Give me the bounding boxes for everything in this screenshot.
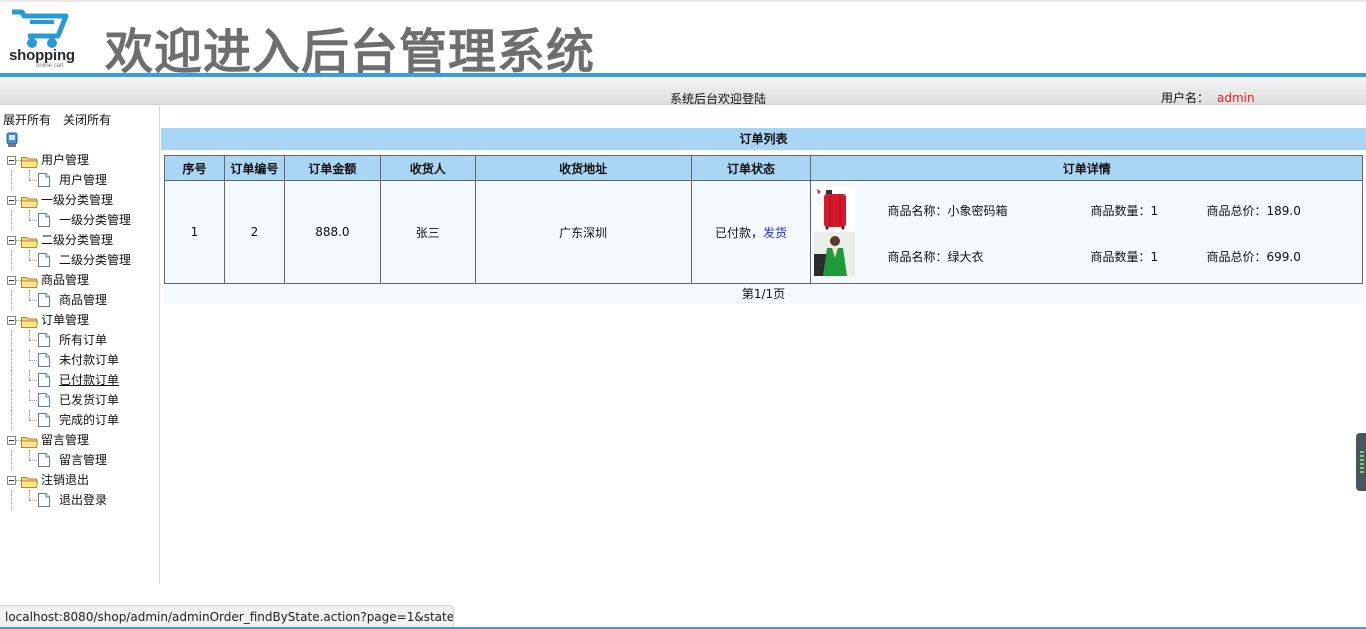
logo-subtext: online cart	[36, 63, 64, 69]
sidebar-item-label[interactable]: 留言管理	[59, 450, 107, 470]
product-quantity: 商品数量：1	[1090, 250, 1159, 264]
logo-text: shopping	[9, 47, 75, 64]
document-icon	[38, 493, 50, 513]
sidebar-item[interactable]: 未付款订单	[0, 350, 160, 370]
order-detail-item: 商品名称：绿大衣 商品数量：1 商品总价：699.0	[811, 232, 1362, 280]
sidebar-group[interactable]: 留言管理	[0, 430, 160, 450]
order-details: 商品名称：小象密码箱 商品数量：1 商品总价：189.0 商品名称：绿大衣 商品…	[810, 180, 1363, 284]
collapse-toggle-icon[interactable]	[7, 436, 16, 445]
sidebar-group-label[interactable]: 用户管理	[41, 150, 89, 170]
order-amount: 888.0	[283, 180, 381, 284]
order-status-text: 已付款，	[715, 225, 764, 240]
nav-tree: 用户管理 用户管理 一级分类管理 一级分类管理 二级分类管理 二级分类管理 商品管理 商品管理…	[0, 150, 160, 510]
order-status: 已付款，发货	[690, 180, 812, 284]
order-address: 广东深圳	[474, 180, 692, 284]
sidebar-group-label[interactable]: 订单管理	[41, 310, 89, 330]
sidebar-group-label[interactable]: 一级分类管理	[41, 190, 113, 210]
sidebar-item-label[interactable]: 用户管理	[59, 170, 107, 190]
column-header: 收货地址	[474, 155, 692, 181]
sidebar-item[interactable]: 用户管理	[0, 170, 160, 190]
sidebar-item[interactable]: 二级分类管理	[0, 250, 160, 270]
order-index: 1	[164, 180, 225, 284]
order-detail-item: 商品名称：小象密码箱 商品数量：1 商品总价：189.0	[811, 184, 1362, 232]
sidebar-item-label[interactable]: 退出登录	[59, 490, 107, 510]
sidebar-item-label[interactable]: 二级分类管理	[59, 250, 131, 270]
collapse-all-link[interactable]: 关闭所有	[63, 113, 111, 127]
orders-table: 序号 订单编号 订单金额 收货人 收货地址 订单状态 订单详情 1 2 888.…	[164, 155, 1363, 284]
expand-all-link[interactable]: 展开所有	[3, 113, 51, 127]
product-total: 商品总价：189.0	[1206, 204, 1301, 218]
sidebar-item-label[interactable]: 商品管理	[59, 290, 107, 310]
column-header: 订单状态	[690, 155, 812, 181]
table-row: 1 2 888.0 张三 广东深圳 已付款，发货 商品名称：小象密码箱 商品数量…	[164, 180, 1363, 284]
product-quantity: 商品数量：1	[1090, 204, 1159, 218]
sidebar-item[interactable]: 一级分类管理	[0, 210, 160, 230]
sidebar-item[interactable]: 已付款订单	[0, 370, 160, 390]
red-suitcase-image	[814, 187, 856, 231]
header: shopping online cart 欢迎进入后台管理系统	[0, 0, 1366, 80]
user-info: 用户名： admin	[1161, 89, 1255, 106]
sidebar-item[interactable]: 商品管理	[0, 290, 160, 310]
sidebar-group[interactable]: 注销退出	[0, 470, 160, 490]
collapse-toggle-icon[interactable]	[7, 236, 16, 245]
ship-link[interactable]: 发货	[763, 226, 787, 240]
sidebar-group[interactable]: 订单管理	[0, 310, 160, 330]
sidebar-group[interactable]: 一级分类管理	[0, 190, 160, 210]
sidebar-group-label[interactable]: 留言管理	[41, 430, 89, 450]
sidebar-item[interactable]: 退出登录	[0, 490, 160, 510]
user-label: 用户名：	[1161, 91, 1210, 105]
collapse-toggle-icon[interactable]	[7, 476, 16, 485]
product-name: 商品名称：绿大衣	[887, 250, 984, 264]
column-header: 序号	[164, 155, 225, 181]
sidebar-group-label[interactable]: 二级分类管理	[41, 230, 113, 250]
sidebar-group-label[interactable]: 注销退出	[41, 470, 89, 490]
tree-root-icon	[6, 132, 18, 147]
user-name: admin	[1217, 91, 1255, 105]
sidebar-item-label[interactable]: 已发货订单	[59, 390, 119, 410]
sidebar-item[interactable]: 已发货订单	[0, 390, 160, 410]
welcome-text: 系统后台欢迎登陆	[670, 92, 767, 106]
order-number: 2	[223, 180, 285, 284]
collapse-toggle-icon[interactable]	[7, 196, 16, 205]
product-total: 商品总价：699.0	[1206, 250, 1301, 264]
column-header: 订单详情	[810, 155, 1363, 181]
welcome-bar: 系统后台欢迎登陆 用户名： admin	[0, 77, 1366, 106]
order-list-title: 订单列表	[161, 128, 1366, 150]
shopping-cart-logo: shopping online cart	[6, 6, 80, 72]
green-coat-image	[814, 232, 856, 276]
sidebar-item-label[interactable]: 所有订单	[59, 330, 107, 350]
collapse-toggle-icon[interactable]	[7, 316, 16, 325]
sidebar-group-label[interactable]: 商品管理	[41, 270, 89, 290]
sidebar-item-label[interactable]: 一级分类管理	[59, 210, 131, 230]
column-header: 订单编号	[223, 155, 285, 181]
sidebar-item[interactable]: 留言管理	[0, 450, 160, 470]
order-receiver: 张三	[379, 180, 476, 284]
table-header-row: 序号 订单编号 订单金额 收货人 收货地址 订单状态 订单详情	[164, 155, 1363, 181]
sidebar-item-label[interactable]: 完成的订单	[59, 410, 119, 430]
column-header: 收货人	[379, 155, 476, 181]
collapse-toggle-icon[interactable]	[7, 156, 16, 165]
sidebar-item-label[interactable]: 已付款订单	[59, 370, 119, 390]
collapse-toggle-icon[interactable]	[7, 276, 16, 285]
sidebar-item[interactable]: 完成的订单	[0, 410, 160, 430]
sidebar: 展开所有 关闭所有 用户管理 用户管理 一级分类管理 一级分类管理 二级分类管理 二级分类管…	[0, 106, 160, 584]
side-scroll-widget[interactable]	[1356, 433, 1366, 491]
pagination: 第1/1页	[164, 284, 1363, 304]
sidebar-item-label[interactable]: 未付款订单	[59, 350, 119, 370]
sidebar-group[interactable]: 用户管理	[0, 150, 160, 170]
sidebar-item[interactable]: 所有订单	[0, 330, 160, 350]
site-title: 欢迎进入后台管理系统	[105, 24, 596, 80]
tree-actions: 展开所有 关闭所有	[3, 111, 123, 128]
product-name: 商品名称：小象密码箱	[887, 204, 1008, 218]
sidebar-group[interactable]: 商品管理	[0, 270, 160, 290]
sidebar-group[interactable]: 二级分类管理	[0, 230, 160, 250]
column-header: 订单金额	[283, 155, 381, 181]
browser-status-url: localhost:8080/shop/admin/adminOrder_fin…	[0, 605, 454, 629]
